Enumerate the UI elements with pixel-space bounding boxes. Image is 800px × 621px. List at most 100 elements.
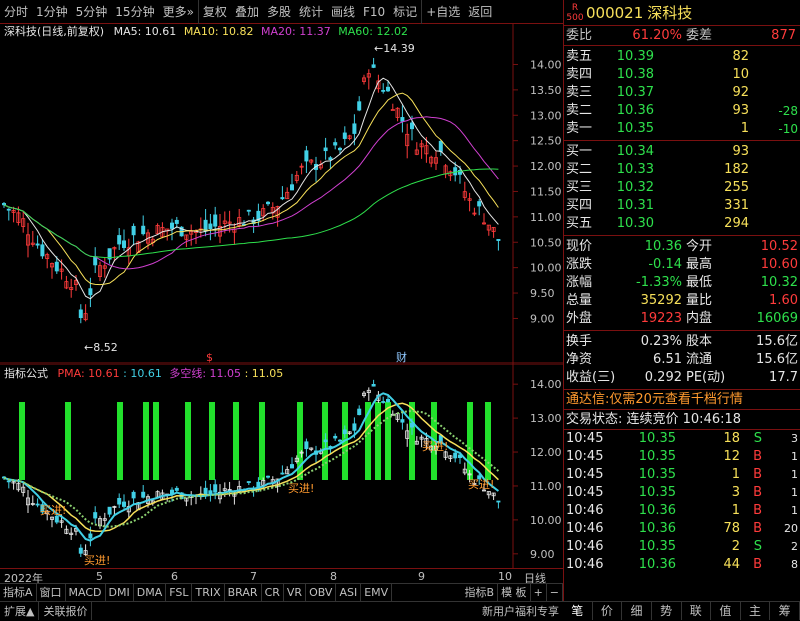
candle-body [342,132,347,139]
low-label: ←8.52 [84,341,118,354]
toolbar-item-1[interactable]: 1分钟 [32,0,72,24]
indicator-chart[interactable]: 指标公式 PMA: 10.61 : 10.61 多空线: 11.05 : 11.… [0,364,563,568]
toolbar-item-13[interactable]: 返回 [464,0,496,24]
weibi-value: 61.20% [632,28,682,43]
foot-tab-1[interactable]: 价 [593,602,623,620]
ind-candle-body [141,491,146,498]
ask-row[interactable]: 卖二 10.36 93 -28 [564,102,800,120]
main-axis-label: 11.50 [530,185,562,198]
dollar-marker[interactable]: $ [206,351,213,364]
indicator-tab-9[interactable]: VR [284,584,307,601]
tick-num: 2 [791,540,798,553]
bid-vol: 294 [724,216,749,231]
candle-body [371,64,376,68]
ask-row[interactable]: 卖一 10.35 1 -10 [564,120,800,138]
ind-candle-body [352,423,357,431]
main-kline-chart[interactable]: 深科技(日线,前复权) MA5: 10.61 MA10: 10.82 MA20:… [0,24,563,364]
promo-banner[interactable]: 通达信:仅需20元查看千档行情 [564,390,800,410]
ask-price: 10.36 [616,103,654,118]
tick-side: B [753,449,762,464]
ask-row[interactable]: 卖五 10.39 82 [564,48,800,66]
bid-row[interactable]: 买二 10.33 182 [564,161,800,179]
ma20-line [3,116,499,270]
ind-candle-body [357,408,362,416]
fin-value: 15.6亿 [756,334,798,349]
indicator-tab-16[interactable]: − [547,584,563,601]
ind-candle-body [107,506,112,515]
toolbar-item-11[interactable]: 标记 [389,0,421,24]
indicator-tab-3[interactable]: DMI [106,584,134,601]
foot-tab-2[interactable]: 细 [622,602,652,620]
foot-tab-4[interactable]: 联 [682,602,712,620]
bid-row[interactable]: 买三 10.32 255 [564,179,800,197]
indicator-tab-0[interactable]: 指标A [0,584,37,601]
finance-marker[interactable]: 财 [396,350,407,364]
foot-tab-6[interactable]: 主 [741,602,771,620]
quote-row: 现价 10.36 今开 10.52 [564,238,800,256]
toolbar-item-12[interactable]: +自选 [421,0,464,24]
tick-row: 10:45 10.35 3 B 1 [564,484,800,502]
indicator-tab-2[interactable]: MACD [66,584,106,601]
toolbar-item-8[interactable]: 统计 [295,0,327,24]
indicator-tab-14[interactable]: 模 板 [498,584,531,601]
indicator-tab-12[interactable]: EMV [361,584,393,601]
toolbar-item-7[interactable]: 多股 [263,0,295,24]
ind-candle-body [289,464,294,469]
expand-button[interactable]: 扩展▲ [0,602,40,620]
indicator-tab-5[interactable]: FSL [166,584,193,601]
fin-stats: 换手 0.23% 股本 15.6亿 净资 6.51 流通 15.6亿 收益(三) 0.292 PE(… [564,331,800,390]
indicator-tab-4[interactable]: DMA [134,584,167,601]
ask-price: 10.37 [616,85,654,100]
ma5-line [3,77,499,300]
foot-tab-0[interactable]: 笔 [563,602,593,620]
ask-row[interactable]: 卖四 10.38 10 [564,66,800,84]
bid-row[interactable]: 买四 10.31 331 [564,197,800,215]
bid-row[interactable]: 买一 10.34 93 [564,143,800,161]
promo-link[interactable]: 新用户福利专享 [478,602,563,620]
toolbar-item-6[interactable]: 叠加 [231,0,263,24]
ind-candle-body [122,501,127,507]
quote-value: 10.36 [644,239,682,254]
fin-label: PE(动) [686,370,726,385]
date-m8: 8 [330,570,337,583]
ind-candle-body [337,439,342,442]
fin-label: 收益(三) [566,370,616,385]
indicator-tab-11[interactable]: ASI [336,584,362,601]
main-axis-label: 9.00 [530,312,555,325]
related-quote-button[interactable]: 关联报价 [39,602,93,620]
ma10-line [3,92,499,286]
indicator-tab-15[interactable]: + [531,584,547,601]
indicator-tab-1[interactable]: 窗口 [37,584,66,601]
toolbar-item-2[interactable]: 5分钟 [72,0,112,24]
ask-label: 卖二 [566,103,593,118]
bid-row[interactable]: 买五 10.30 294 [564,215,800,233]
foot-tab-7[interactable]: 筹 [770,602,800,620]
candle-body [381,89,386,92]
ask-row[interactable]: 卖三 10.37 92 [564,84,800,102]
foot-tab-5[interactable]: 值 [711,602,741,620]
foot-tab-3[interactable]: 势 [652,602,682,620]
indicator-tab-7[interactable]: BRAR [225,584,262,601]
tick-time: 10:45 [566,467,604,482]
ask-label: 卖一 [566,121,593,136]
tick-row: 10:45 10.35 18 S 3 [564,430,800,448]
ma60-line [3,168,499,259]
toolbar-item-0[interactable]: 分时 [0,0,32,24]
signal-bar [117,402,123,480]
toolbar-item-3[interactable]: 15分钟 [111,0,158,24]
date-m7: 7 [250,570,257,583]
indicator-tab-6[interactable]: TRIX [192,584,225,601]
tick-num: 1 [791,450,798,463]
ask-vol: 1 [740,121,749,136]
toolbar-item-9[interactable]: 画线 [327,0,359,24]
indicator-tab-8[interactable]: CR [262,584,284,601]
indicator-tab-10[interactable]: OBV [306,584,337,601]
ind-candle-body [6,480,11,483]
toolbar-item-4[interactable]: 更多» [159,0,198,24]
indicator-tab-13[interactable]: 指标B [462,584,499,601]
toolbar-item-5[interactable]: 复权 [197,0,231,24]
date-m9: 9 [418,570,425,583]
candle-body [385,86,390,92]
toolbar-item-10[interactable]: F10 [359,0,389,24]
main-axis-label: 10.50 [530,236,562,249]
